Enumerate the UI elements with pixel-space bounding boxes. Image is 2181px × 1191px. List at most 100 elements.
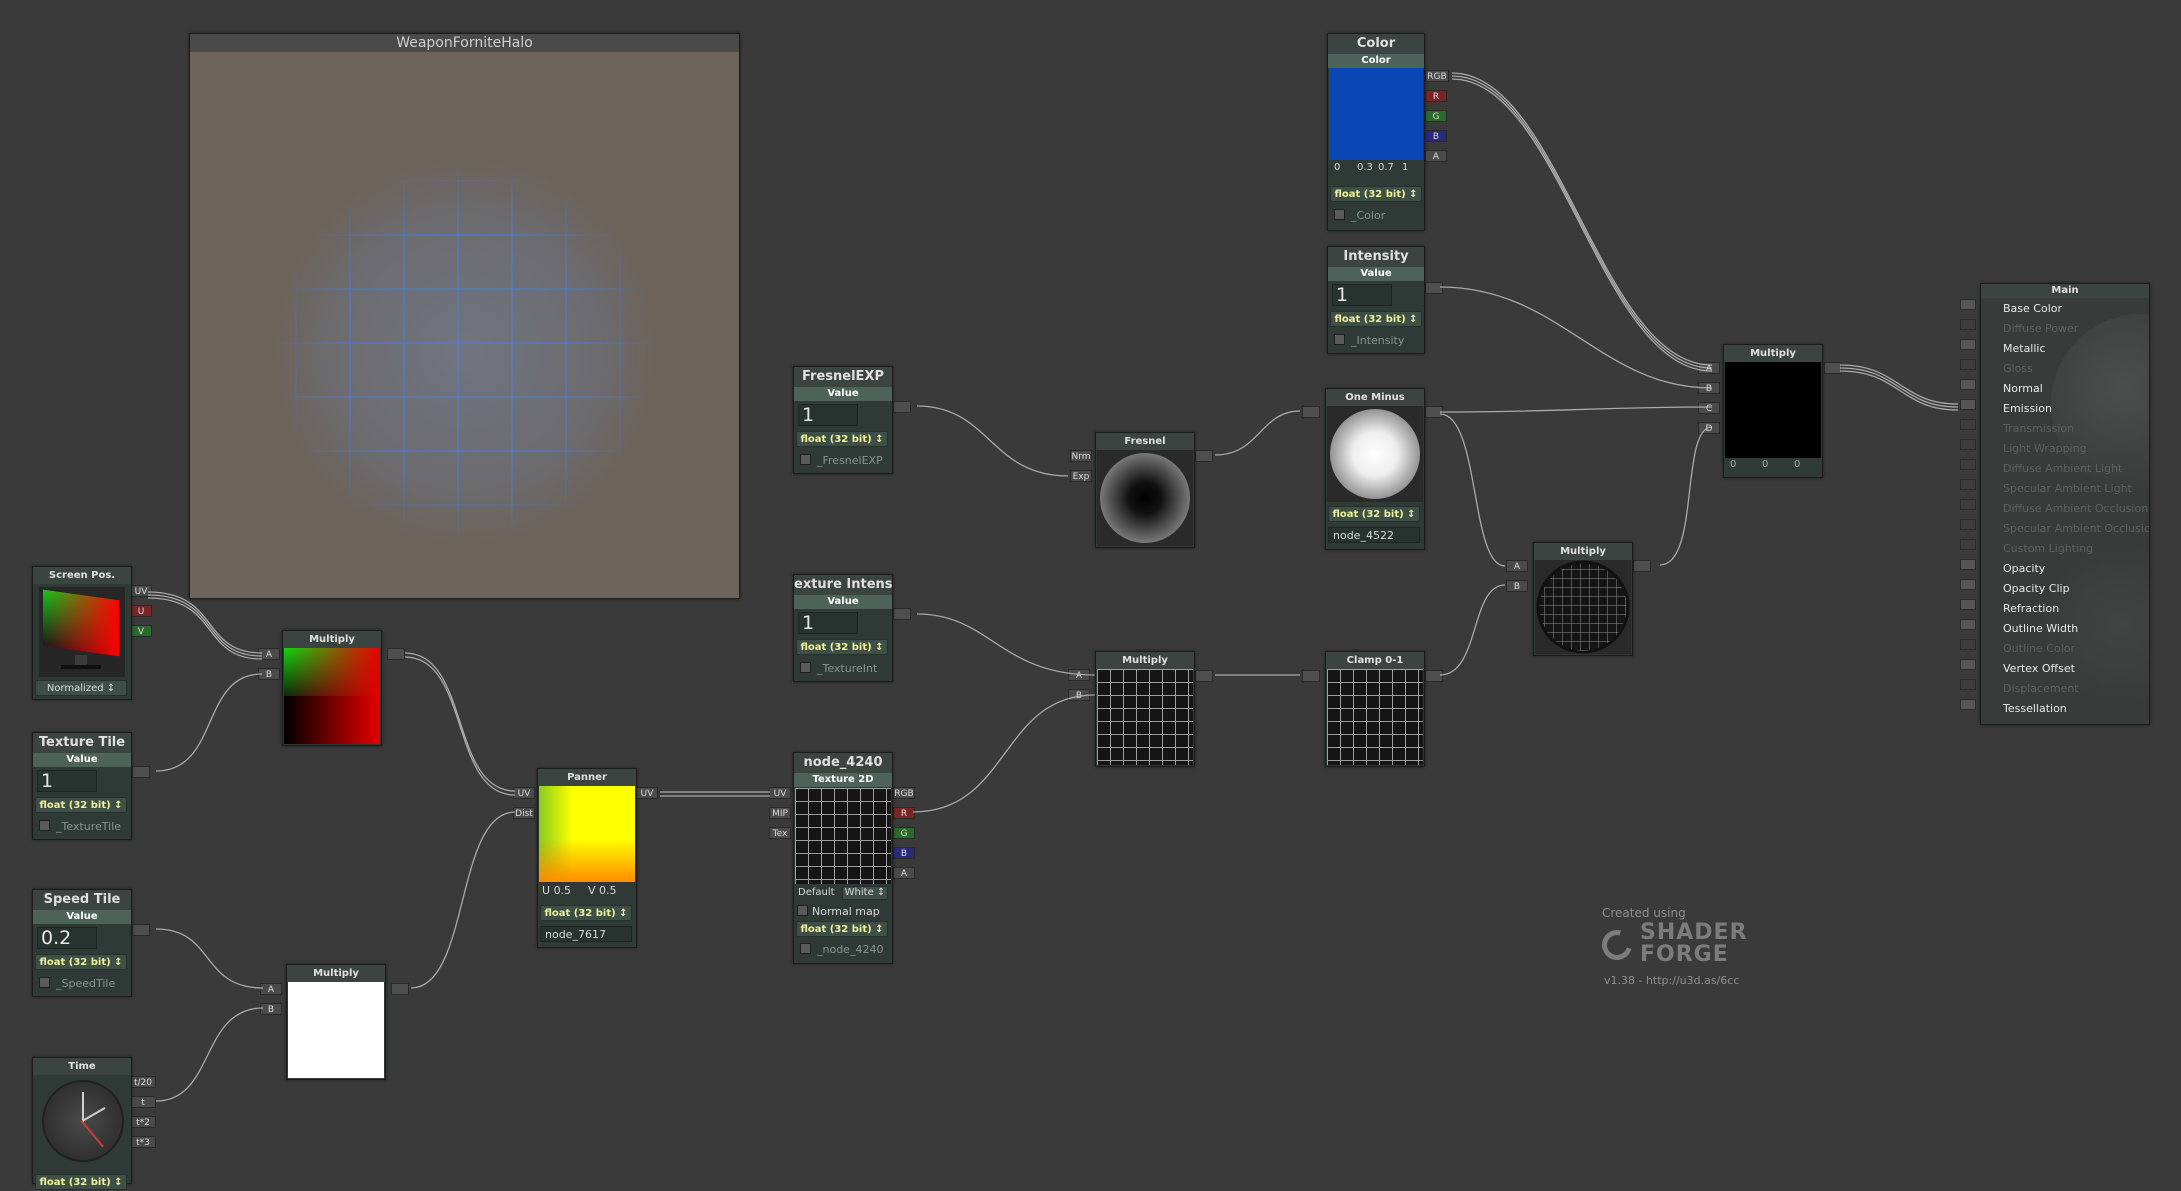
main-input-row[interactable]: Transmission — [1981, 418, 2149, 438]
multiply-main-d-port[interactable]: D — [1698, 422, 1720, 434]
texture-intensity-out-socket[interactable] — [893, 608, 911, 620]
main-input-socket[interactable] — [1960, 619, 1976, 630]
screen-pos-u-port[interactable]: U — [130, 605, 152, 617]
speed-tile-prop[interactable]: _SpeedTile — [33, 976, 115, 991]
texture-tile-checkbox[interactable] — [39, 820, 50, 831]
color-swatch[interactable] — [1329, 68, 1423, 160]
texture-intensity-prop[interactable]: _TextureInt — [794, 661, 877, 676]
texture2d-node[interactable]: node_4240 Texture 2D Default White ↕ Nor… — [793, 752, 893, 964]
fresnel-exp-value[interactable]: 1 — [798, 404, 858, 426]
main-input-row[interactable]: Outline Width — [1981, 618, 2149, 638]
preview-viewport[interactable] — [190, 52, 739, 598]
main-input-row[interactable]: Emission — [1981, 398, 2149, 418]
main-input-row[interactable]: Normal — [1981, 378, 2149, 398]
fresnel-exp-prop[interactable]: _FresnelEXP — [794, 453, 883, 468]
color-g-port[interactable]: G — [1425, 110, 1447, 122]
fresnel-exp-node[interactable]: FresnelEXP Value 1 float (32 bit) ↕ _Fre… — [793, 366, 893, 474]
texture2d-default-dropdown[interactable]: White ↕ — [842, 886, 888, 900]
main-input-socket[interactable] — [1960, 579, 1976, 590]
main-input-row[interactable]: Displacement — [1981, 678, 2149, 698]
panner-uv-port[interactable]: UV — [513, 787, 535, 799]
main-input-socket[interactable] — [1960, 539, 1976, 550]
time-t3-port[interactable]: t*3 — [130, 1136, 156, 1148]
multiply-speed-b-port[interactable]: B — [260, 1003, 282, 1015]
main-input-socket[interactable] — [1960, 519, 1976, 530]
multiply-main-b-port[interactable]: B — [1698, 382, 1720, 394]
main-input-row[interactable]: Light Wrapping — [1981, 438, 2149, 458]
main-input-row[interactable]: Specular Ambient Occlusion — [1981, 518, 2149, 538]
main-input-socket[interactable] — [1960, 299, 1976, 310]
texture2d-normal-map-checkbox[interactable] — [797, 905, 808, 916]
main-input-row[interactable]: Gloss — [1981, 358, 2149, 378]
multiply-grid-b-port[interactable]: B — [1506, 580, 1528, 592]
intensity-precision[interactable]: float (32 bit) ↕ — [1330, 311, 1422, 327]
multiply-speed-a-port[interactable]: A — [260, 983, 282, 995]
main-input-row[interactable]: Opacity Clip — [1981, 578, 2149, 598]
screen-pos-uv-port[interactable]: UV — [130, 585, 152, 597]
intensity-out-socket[interactable] — [1425, 282, 1443, 294]
texture2d-tex-port[interactable]: Tex — [769, 827, 791, 839]
color-node[interactable]: Color Color 0 0.3 0.7 1 float (32 bit) ↕… — [1327, 33, 1425, 231]
fresnel-exp-precision[interactable]: float (32 bit) ↕ — [796, 431, 888, 447]
main-input-row[interactable]: Diffuse Ambient Occlusion — [1981, 498, 2149, 518]
multiply-tex-a-port[interactable]: A — [1068, 669, 1090, 681]
main-input-socket[interactable] — [1960, 339, 1976, 350]
main-input-row[interactable]: Base Color — [1981, 298, 2149, 318]
clamp-node[interactable]: Clamp 0-1 — [1325, 651, 1425, 767]
panner-precision[interactable]: float (32 bit) ↕ — [540, 905, 632, 921]
main-input-socket[interactable] — [1960, 439, 1976, 450]
multiply-tex-node[interactable]: Multiply — [1095, 651, 1195, 767]
texture-tile-prop[interactable]: _TextureTile — [33, 819, 121, 834]
main-input-row[interactable]: Refraction — [1981, 598, 2149, 618]
multiply-uv-node[interactable]: Multiply — [282, 630, 382, 746]
multiply-uv-a-port[interactable]: A — [258, 648, 280, 660]
main-input-socket[interactable] — [1960, 399, 1976, 410]
intensity-value[interactable]: 1 — [1332, 284, 1392, 306]
main-input-row[interactable]: Diffuse Power — [1981, 318, 2149, 338]
main-input-row[interactable]: Custom Lighting — [1981, 538, 2149, 558]
intensity-node[interactable]: Intensity Value 1 float (32 bit) ↕ _Inte… — [1327, 246, 1425, 354]
color-b-port[interactable]: B — [1425, 130, 1447, 142]
texture2d-mip-port[interactable]: MIP — [769, 807, 791, 819]
texture2d-checkbox[interactable] — [800, 943, 811, 954]
clamp-out-socket[interactable] — [1425, 670, 1443, 682]
main-input-row[interactable]: Outline Color — [1981, 638, 2149, 658]
multiply-main-node[interactable]: Multiply 0 0 0 — [1723, 344, 1823, 478]
color-r-port[interactable]: R — [1425, 90, 1447, 102]
speed-tile-out-socket[interactable] — [132, 924, 150, 936]
color-checkbox[interactable] — [1334, 209, 1345, 220]
screen-pos-mode-dropdown[interactable]: Normalized ↕ — [35, 680, 127, 696]
fresnel-exp-out-socket[interactable] — [893, 401, 911, 413]
texture-intensity-checkbox[interactable] — [800, 662, 811, 673]
intensity-prop[interactable]: _Intensity — [1328, 333, 1404, 348]
panner-name[interactable]: node_7617 — [540, 926, 632, 942]
multiply-uv-b-port[interactable]: B — [258, 668, 280, 680]
main-input-socket[interactable] — [1960, 479, 1976, 490]
time-node[interactable]: Time float (32 bit) ↕ — [32, 1057, 132, 1190]
one-minus-name[interactable]: node_4522 — [1328, 527, 1420, 543]
texture2d-prop[interactable]: _node_4240 — [794, 942, 883, 957]
texture2d-uv-port[interactable]: UV — [769, 787, 791, 799]
clamp-in-socket[interactable] — [1302, 670, 1320, 682]
multiply-grid-out-socket[interactable] — [1633, 560, 1651, 572]
fresnel-out-socket[interactable] — [1195, 450, 1213, 462]
fresnel-node[interactable]: Fresnel — [1095, 432, 1195, 548]
texture-tile-out-socket[interactable] — [132, 766, 150, 778]
multiply-main-a-port[interactable]: A — [1698, 362, 1720, 374]
texture-intensity-precision[interactable]: float (32 bit) ↕ — [796, 639, 888, 655]
main-input-row[interactable]: Vertex Offset — [1981, 658, 2149, 678]
multiply-speed-node[interactable]: Multiply — [286, 964, 386, 1080]
texture2d-precision[interactable]: float (32 bit) ↕ — [796, 921, 888, 937]
texture-tile-precision[interactable]: float (32 bit) ↕ — [35, 797, 127, 813]
texture2d-b-port[interactable]: B — [893, 847, 915, 859]
texture-intensity-value[interactable]: 1 — [798, 612, 858, 634]
texture2d-rgb-port[interactable]: RGB — [893, 787, 915, 799]
main-input-socket[interactable] — [1960, 659, 1976, 670]
main-input-row[interactable]: Opacity — [1981, 558, 2149, 578]
speed-tile-node[interactable]: Speed Tile Value 0.2 float (32 bit) ↕ _S… — [32, 889, 132, 997]
time-precision[interactable]: float (32 bit) ↕ — [35, 1174, 127, 1190]
color-rgb-port[interactable]: RGB — [1425, 70, 1449, 82]
color-prop[interactable]: _Color — [1328, 208, 1385, 223]
time-t2-port[interactable]: t*2 — [130, 1116, 156, 1128]
main-input-socket[interactable] — [1960, 419, 1976, 430]
